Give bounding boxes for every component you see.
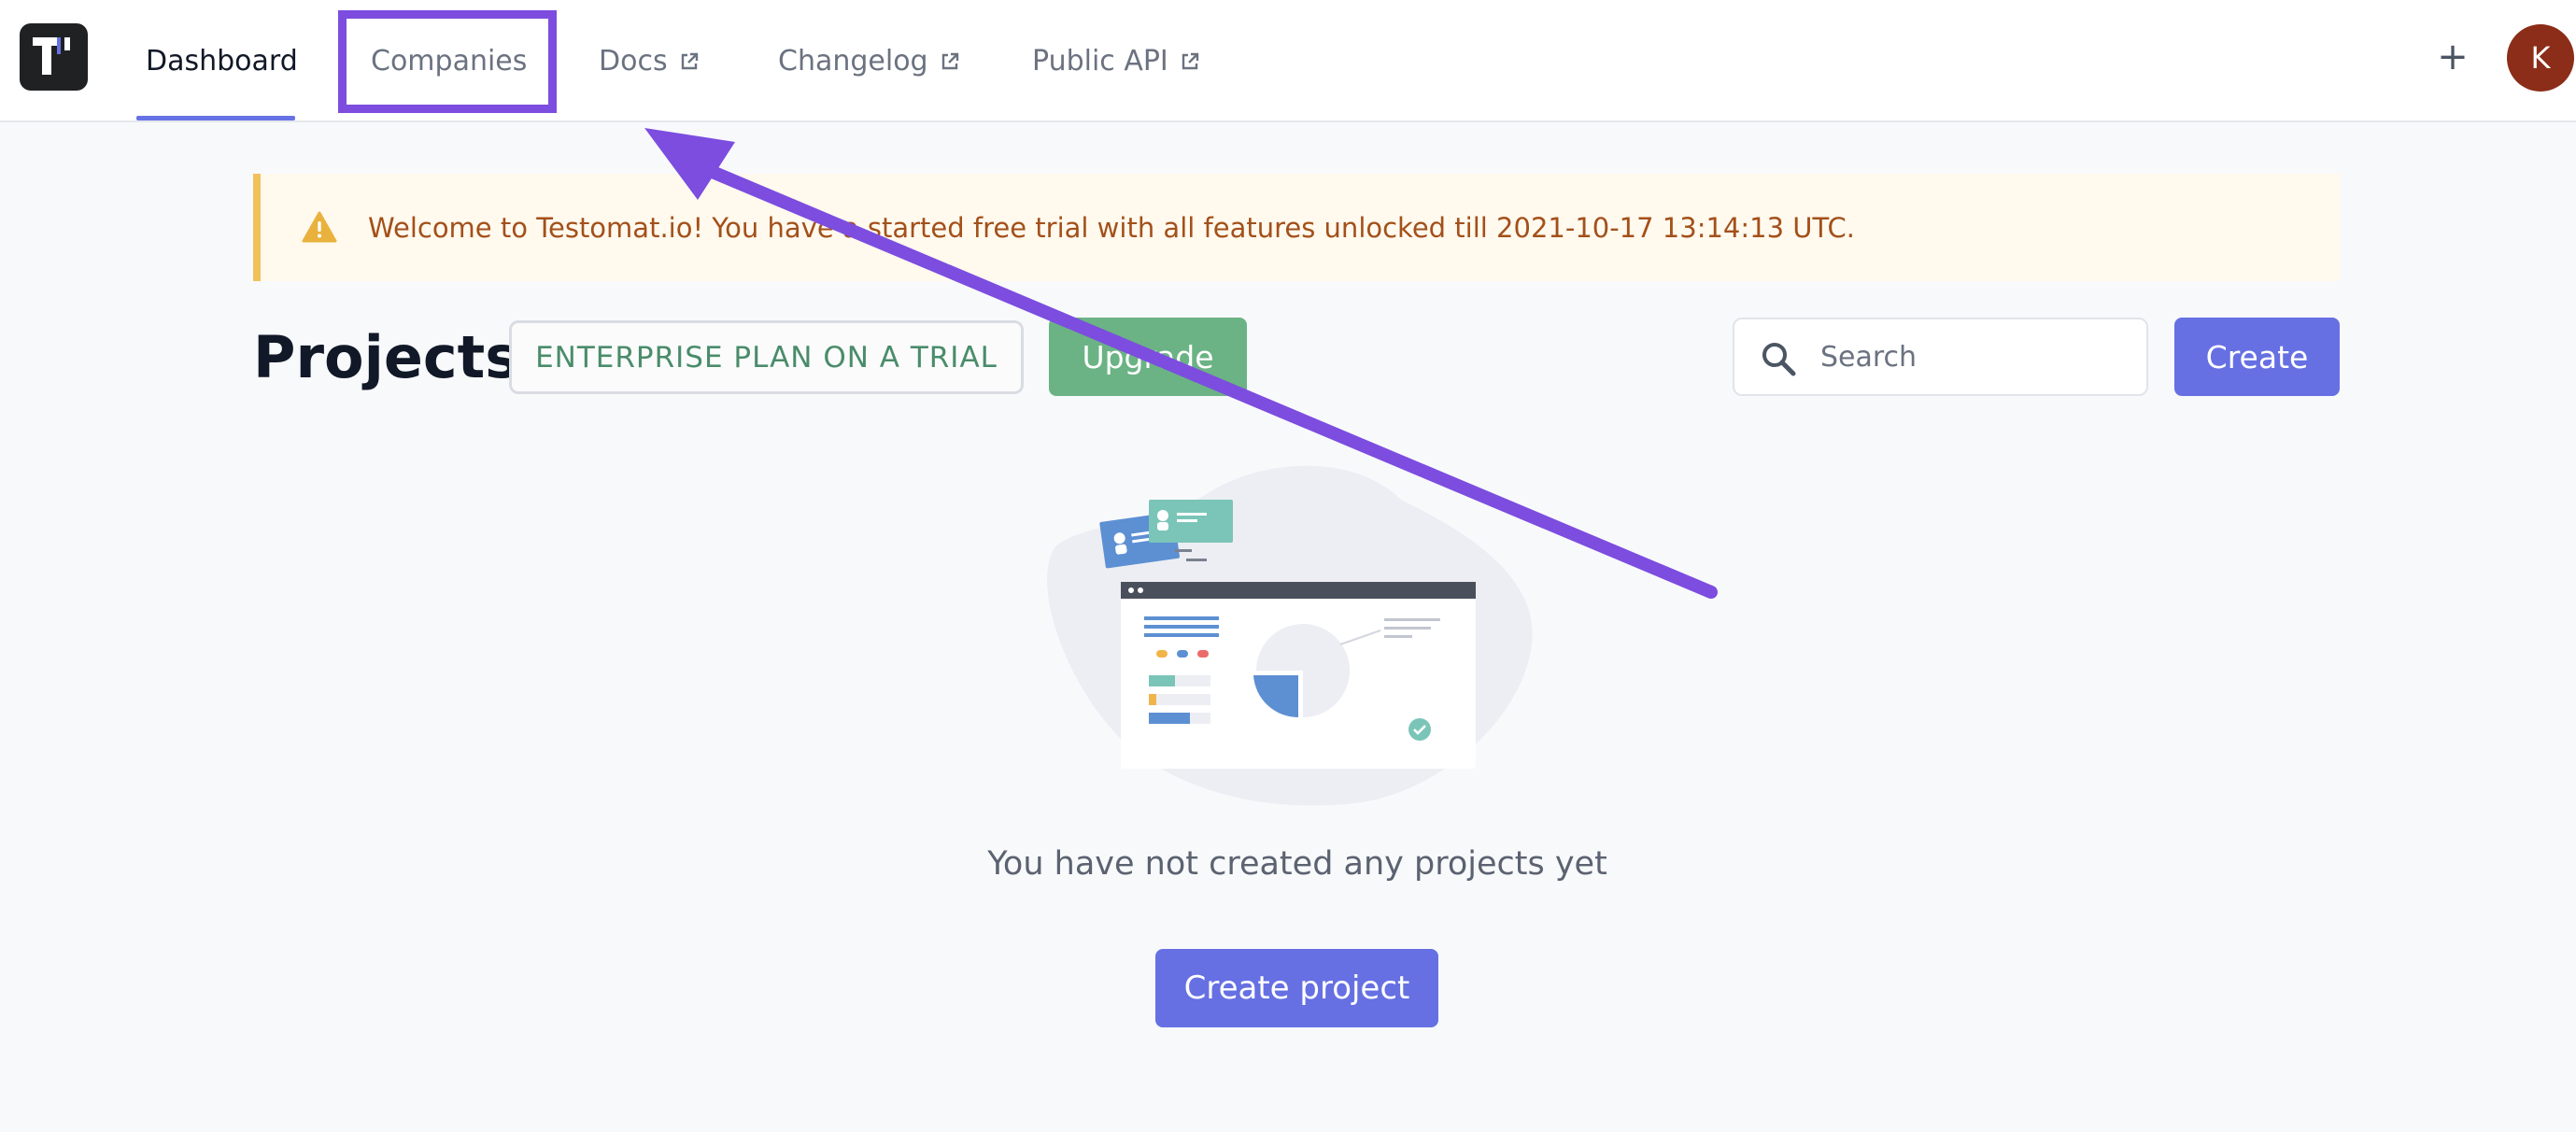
- empty-state-message: You have not created any projects yet: [987, 845, 1607, 883]
- search-placeholder: Search: [1820, 340, 1918, 374]
- annotation-highlight-box: [338, 10, 557, 113]
- empty-projects-illustration: [1047, 465, 1533, 806]
- nav-public-api-label: Public API: [1032, 45, 1168, 78]
- page-title: Projects: [253, 322, 520, 391]
- upgrade-button[interactable]: Upgrade: [1049, 318, 1247, 396]
- search-input[interactable]: Search: [1733, 318, 2148, 396]
- plan-badge: ENTERPRISE PLAN ON A TRIAL: [509, 320, 1024, 394]
- active-tab-indicator: [136, 116, 295, 120]
- external-link-icon: [1182, 52, 1198, 69]
- nav-docs[interactable]: Docs: [599, 0, 700, 122]
- nav-dashboard-label: Dashboard: [146, 45, 298, 78]
- nav-public-api[interactable]: Public API: [1032, 0, 1200, 122]
- nav-changelog-label: Changelog: [778, 45, 928, 78]
- nav-dashboard[interactable]: Dashboard: [146, 0, 298, 122]
- alert-message: Welcome to Testomat.io! You have a start…: [368, 211, 1855, 244]
- create-button[interactable]: Create: [2174, 318, 2340, 396]
- trial-alert-banner: Welcome to Testomat.io! You have a start…: [253, 174, 2340, 281]
- warning-icon: [302, 211, 337, 243]
- plus-icon[interactable]: +: [2436, 30, 2470, 84]
- nav-docs-label: Docs: [599, 45, 668, 78]
- create-project-button[interactable]: Create project: [1155, 949, 1438, 1027]
- external-link-icon: [941, 52, 958, 69]
- search-icon: [1762, 343, 1796, 376]
- external-link-icon: [681, 52, 698, 69]
- user-avatar[interactable]: K: [2507, 24, 2574, 92]
- testomat-logo[interactable]: [20, 23, 88, 91]
- nav-changelog[interactable]: Changelog: [778, 0, 960, 122]
